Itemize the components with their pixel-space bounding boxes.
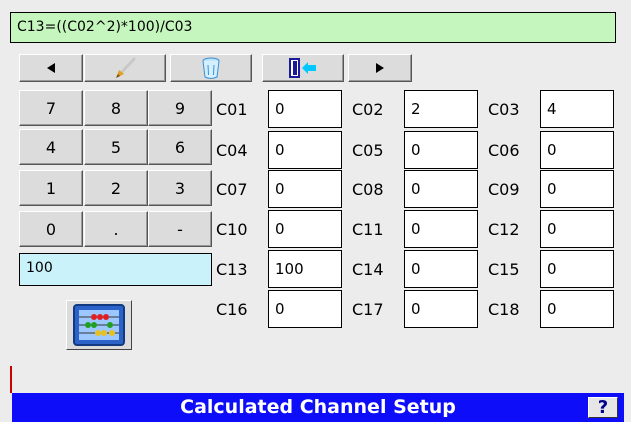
exit-door-icon [289, 58, 316, 78]
channel-field-c11[interactable]: 0 [404, 210, 478, 248]
channel-label: C09 [488, 180, 520, 199]
channel-field-c03[interactable]: 4 [540, 90, 614, 128]
channel-field-c04[interactable]: 0 [268, 131, 342, 169]
next-button[interactable] [348, 54, 412, 82]
trash-can-icon [202, 57, 220, 79]
key-7[interactable]: 7 [19, 90, 83, 126]
abacus-icon [73, 304, 125, 346]
channel-label: C12 [488, 220, 520, 239]
key-1[interactable]: 1 [19, 170, 83, 206]
entry-field[interactable]: 100 [19, 253, 212, 286]
help-button[interactable]: ? [588, 397, 618, 418]
channel-field-c16[interactable]: 0 [268, 290, 342, 328]
channel-field-c14[interactable]: 0 [404, 250, 478, 288]
channel-label: C16 [216, 300, 248, 319]
channel-field-c09[interactable]: 0 [540, 170, 614, 208]
channel-label: C06 [488, 141, 520, 160]
channel-field-c06[interactable]: 0 [540, 131, 614, 169]
brush-button[interactable] [84, 54, 166, 82]
key-8[interactable]: 8 [84, 90, 148, 126]
channel-label: C08 [352, 180, 384, 199]
exit-button[interactable] [262, 54, 344, 82]
prev-button[interactable] [19, 54, 83, 82]
channel-field-c18[interactable]: 0 [540, 290, 614, 328]
channel-label: C18 [488, 300, 520, 319]
channel-label: C17 [352, 300, 384, 319]
left-arrow-icon [47, 63, 55, 73]
channel-field-c08[interactable]: 0 [404, 170, 478, 208]
right-arrow-icon [376, 63, 384, 73]
channel-label: C04 [216, 141, 248, 160]
formula-display[interactable]: C13=((C02^2)*100)/C03 [10, 12, 616, 43]
key-3[interactable]: 3 [148, 170, 212, 206]
status-bar: Calculated Channel Setup ? [12, 393, 624, 422]
key-9[interactable]: 9 [148, 90, 212, 126]
channel-label: C14 [352, 260, 384, 279]
key-2[interactable]: 2 [84, 170, 148, 206]
channel-label: C01 [216, 100, 248, 119]
clear-button[interactable] [170, 54, 252, 82]
key-0[interactable]: 0 [19, 211, 83, 247]
channel-label: C15 [488, 260, 520, 279]
channel-label: C05 [352, 141, 384, 160]
channel-field-c05[interactable]: 0 [404, 131, 478, 169]
key-4[interactable]: 4 [19, 129, 83, 165]
key-decimal[interactable]: . [84, 211, 148, 247]
channel-label: C11 [352, 220, 384, 239]
channel-label: C03 [488, 100, 520, 119]
channel-field-c13[interactable]: 100 [268, 250, 342, 288]
edge-marker [10, 366, 12, 393]
channel-field-c07[interactable]: 0 [268, 170, 342, 208]
channel-field-c15[interactable]: 0 [540, 250, 614, 288]
channel-field-c10[interactable]: 0 [268, 210, 342, 248]
key-6[interactable]: 6 [148, 129, 212, 165]
channel-label: C13 [216, 260, 248, 279]
channel-field-c02[interactable]: 2 [404, 90, 478, 128]
page-title: Calculated Channel Setup [180, 396, 456, 418]
calculator-button[interactable] [66, 300, 132, 350]
paintbrush-icon [116, 57, 136, 78]
channel-field-c12[interactable]: 0 [540, 210, 614, 248]
channel-label: C07 [216, 180, 248, 199]
channel-field-c01[interactable]: 0 [268, 90, 342, 128]
key-minus[interactable]: - [148, 211, 212, 247]
channel-field-c17[interactable]: 0 [404, 290, 478, 328]
channel-label: C02 [352, 100, 384, 119]
channel-label: C10 [216, 220, 248, 239]
key-5[interactable]: 5 [84, 129, 148, 165]
